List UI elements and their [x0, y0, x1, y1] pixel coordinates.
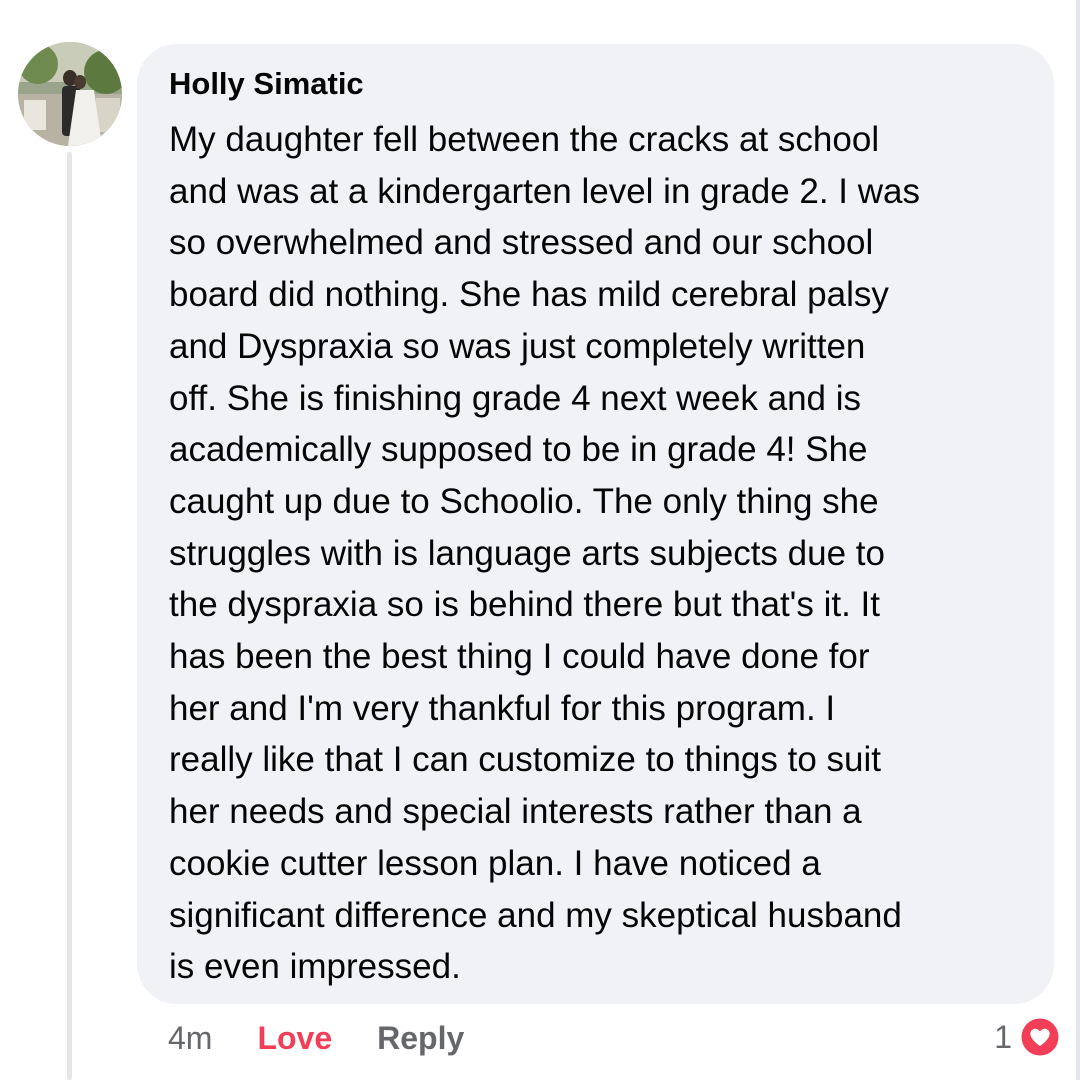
comment-line: cookie cutter lesson plan. I have notice… — [169, 843, 821, 883]
comment-line: her needs and special interests rather t… — [169, 792, 862, 832]
comment-line: and Dyspraxia so was just completely wri… — [169, 326, 866, 366]
scroll-edge — [1076, 0, 1080, 1080]
comment-timestamp[interactable]: 4m — [168, 1020, 212, 1057]
comment-line: her and I'm very thankful for this progr… — [169, 688, 836, 728]
comment-line: significant difference and my skeptical … — [169, 895, 902, 935]
comment-line: is even impressed. — [169, 947, 461, 987]
comment-line: so overwhelmed and stressed and our scho… — [169, 223, 874, 263]
reaction-summary[interactable]: 1 — [994, 1014, 1062, 1060]
heart-icon — [1018, 1015, 1062, 1059]
comment-text: My daughter fell between the cracks at s… — [169, 114, 1030, 993]
comment-actions: 4m Love Reply — [168, 1016, 464, 1060]
love-button[interactable]: Love — [257, 1020, 332, 1057]
comment-line: and was at a kindergarten level in grade… — [169, 171, 920, 211]
comment-bubble: Holly Simatic My daughter fell between t… — [137, 44, 1054, 1004]
comment-author[interactable]: Holly Simatic — [169, 64, 1030, 104]
comment-line: caught up due to Schoolio. The only thin… — [169, 481, 879, 521]
comment-line: struggles with is language arts subjects… — [169, 533, 885, 573]
comment-line: the dyspraxia so is behind there but tha… — [169, 585, 880, 625]
thread-line — [67, 152, 72, 1080]
comment-line: has been the best thing I could have don… — [169, 637, 870, 677]
comment-line: My daughter fell between the cracks at s… — [169, 120, 880, 159]
comment-line: board did nothing. She has mild cerebral… — [169, 275, 889, 315]
comment-line: academically supposed to be in grade 4! … — [169, 430, 868, 470]
reply-button[interactable]: Reply — [377, 1020, 464, 1057]
avatar[interactable] — [18, 42, 122, 146]
comment-line: really like that I can customize to thin… — [169, 740, 881, 780]
comment-screen: Holly Simatic My daughter fell between t… — [0, 0, 1080, 1080]
reaction-count: 1 — [994, 1018, 1012, 1055]
comment-line: off. She is finishing grade 4 next week … — [169, 378, 862, 418]
